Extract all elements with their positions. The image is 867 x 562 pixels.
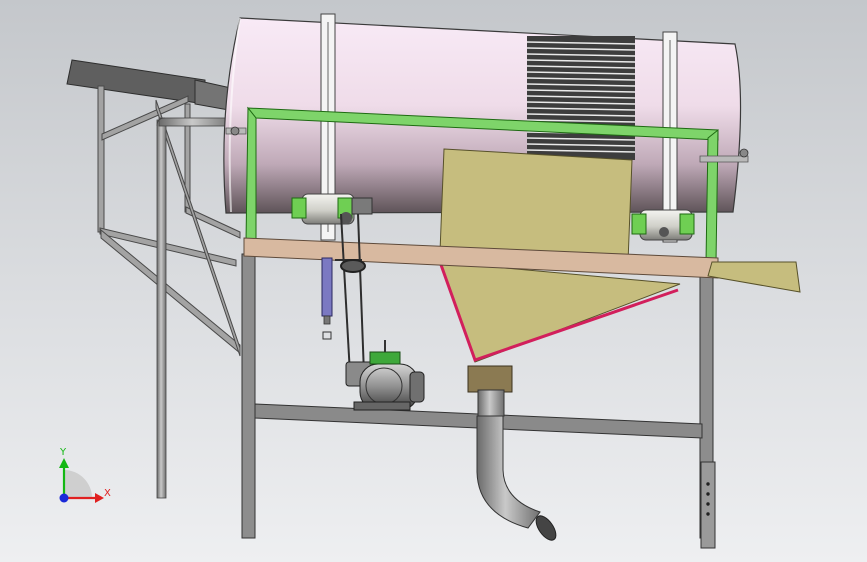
feed-chute [66, 59, 241, 113]
outlet-pipe [467, 365, 557, 541]
cad-viewport[interactable]: Y X [0, 0, 867, 562]
feed-support-truss [97, 85, 241, 357]
bearing-right [631, 209, 695, 241]
x-axis-label: X [104, 488, 111, 499]
drum-screen-mesh [526, 36, 636, 160]
outlet-trough [707, 261, 801, 293]
cad-model-view[interactable]: Y X [0, 0, 867, 562]
coordinate-triad: Y X [59, 447, 111, 503]
z-axis-dot [59, 493, 69, 503]
adjust-post [700, 461, 716, 549]
y-axis-arrowhead [59, 458, 69, 468]
drive-belt [335, 213, 366, 375]
adjust-cylinder [321, 257, 333, 340]
drive-motor [345, 340, 425, 411]
x-axis-arrowhead [95, 493, 104, 503]
y-axis-label: Y [59, 447, 67, 458]
bearing-left [291, 193, 373, 225]
